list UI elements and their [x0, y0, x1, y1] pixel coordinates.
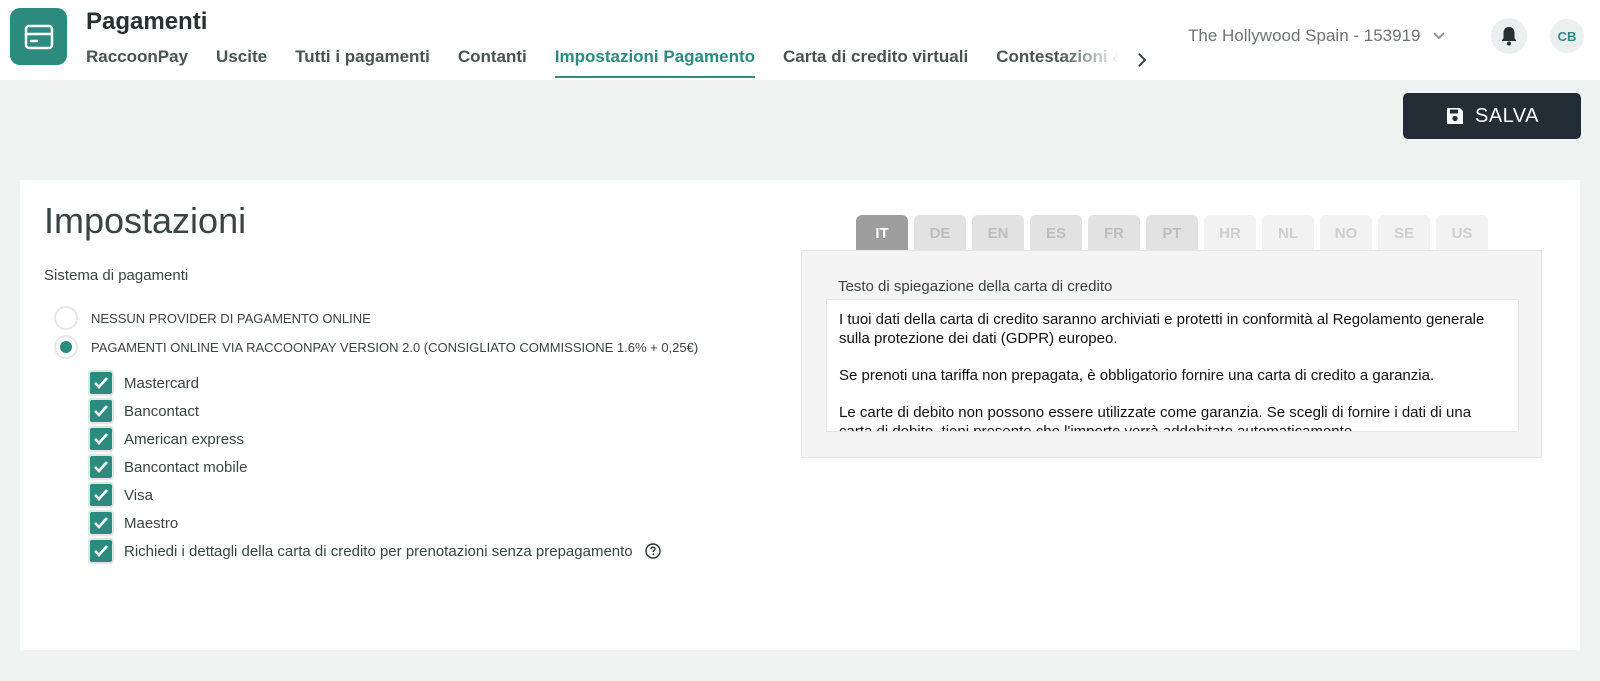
method-label: Mastercard: [124, 374, 200, 392]
explanation-textarea[interactable]: I tuoi dati della carta di credito saran…: [826, 299, 1519, 432]
property-name: The Hollywood Spain - 153919: [1188, 26, 1421, 45]
lang-tab-no[interactable]: NO: [1320, 215, 1372, 251]
lang-tab-hr[interactable]: HR: [1204, 215, 1256, 251]
notifications-button[interactable]: [1491, 18, 1527, 54]
provider-option-raccoonpay[interactable]: PAGAMENTI ONLINE VIA RACCOONPAY VERSION …: [54, 335, 698, 359]
method-visa[interactable]: Visa: [90, 484, 153, 506]
method-label: American express: [124, 430, 245, 448]
save-button-label: SALVA: [1474, 104, 1539, 127]
avatar[interactable]: CB: [1550, 19, 1584, 53]
lang-tab-de[interactable]: DE: [914, 215, 966, 251]
checkbox-checked[interactable]: [90, 540, 112, 562]
toolbar: SALVA: [0, 80, 1600, 155]
lang-tab-us[interactable]: US: [1436, 215, 1488, 251]
lang-tab-fr[interactable]: FR: [1088, 215, 1140, 251]
chevron-right-icon[interactable]: [1132, 50, 1152, 70]
method-mastercard[interactable]: Mastercard: [90, 372, 199, 394]
provider-label: PAGAMENTI ONLINE VIA RACCOONPAY VERSION …: [91, 339, 699, 355]
provider-option-none[interactable]: NESSUN PROVIDER DI PAGAMENTO ONLINE: [54, 306, 371, 330]
method-bancontact-mobile[interactable]: Bancontact mobile: [90, 456, 247, 478]
lang-tab-se[interactable]: SE: [1378, 215, 1430, 251]
method-label: Visa: [124, 486, 153, 504]
save-button[interactable]: SALVA: [1403, 93, 1581, 139]
explanation-paragraph: I tuoi dati della carta di credito saran…: [839, 311, 1485, 347]
floppy-disk-icon: [1446, 108, 1463, 124]
radio-button[interactable]: [54, 335, 78, 359]
chevron-down-icon: [1432, 26, 1446, 46]
method-maestro[interactable]: Maestro: [90, 512, 178, 534]
tab-raccoonpay[interactable]: RaccoonPay: [86, 46, 188, 80]
help-icon[interactable]: [644, 543, 661, 559]
method-require-card-details[interactable]: Richiedi i dettagli della carta di credi…: [90, 540, 661, 562]
method-label: Bancontact: [124, 402, 200, 420]
payment-card-icon[interactable]: [10, 8, 67, 65]
method-label: Bancontact mobile: [124, 458, 248, 476]
explanation-paragraph: Se prenoti una tariffa non prepagata, è …: [839, 367, 1435, 384]
explanation-paragraph: Le carte di debito non possono essere ut…: [839, 404, 1472, 432]
section-tabs: RaccoonPay Uscite Tutti i pagamenti Contant…: [86, 46, 1120, 80]
method-label: Richiedi i dettagli della carta di credi…: [124, 542, 633, 560]
lang-tab-es[interactable]: ES: [1030, 215, 1082, 251]
checkbox-checked[interactable]: [90, 456, 112, 478]
tab-carta-di-credito-virtuali[interactable]: Carta di credito virtuali: [783, 46, 968, 80]
method-bancontact[interactable]: Bancontact: [90, 400, 199, 422]
tab-uscite[interactable]: Uscite: [216, 46, 267, 80]
lang-tab-nl[interactable]: NL: [1262, 215, 1314, 251]
method-american-express[interactable]: American express: [90, 428, 244, 450]
explanation-label: Testo di spiegazione della carta di cred…: [838, 278, 1113, 295]
language-tabs: IT DE EN ES FR PT HR NL NO SE US: [856, 215, 1488, 251]
checkbox-checked[interactable]: [90, 400, 112, 422]
tab-tutti-i-pagamenti[interactable]: Tutti i pagamenti: [295, 46, 430, 80]
tab-contestazioni[interactable]: Contestazioni &: [996, 46, 1120, 80]
app-header: Pagamenti RaccoonPay Uscite Tutti i pagame…: [0, 0, 1600, 80]
radio-button[interactable]: [54, 306, 78, 330]
checkbox-checked[interactable]: [90, 484, 112, 506]
checkbox-checked[interactable]: [90, 372, 112, 394]
checkbox-checked[interactable]: [90, 428, 112, 450]
checkbox-checked[interactable]: [90, 512, 112, 534]
bell-icon: [1501, 27, 1517, 46]
explanation-panel: Testo di spiegazione della carta di cred…: [801, 250, 1542, 458]
tab-impostazioni-pagamento[interactable]: Impostazioni Pagamento: [554, 46, 756, 80]
method-label: Maestro: [124, 514, 179, 532]
payment-system-label: Sistema di pagamenti: [44, 267, 189, 284]
lang-tab-en[interactable]: EN: [972, 215, 1024, 251]
lang-tab-it[interactable]: IT: [856, 215, 908, 251]
lang-tab-pt[interactable]: PT: [1146, 215, 1198, 251]
settings-card: Impostazioni Sistema di pagamenti NESSUN…: [20, 180, 1580, 650]
provider-label: NESSUN PROVIDER DI PAGAMENTO ONLINE: [91, 310, 371, 326]
page-title: Pagamenti: [86, 8, 208, 35]
settings-title: Impostazioni: [44, 200, 247, 241]
tab-contanti[interactable]: Contanti: [458, 46, 527, 80]
property-selector[interactable]: The Hollywood Spain - 153919: [1188, 26, 1446, 46]
